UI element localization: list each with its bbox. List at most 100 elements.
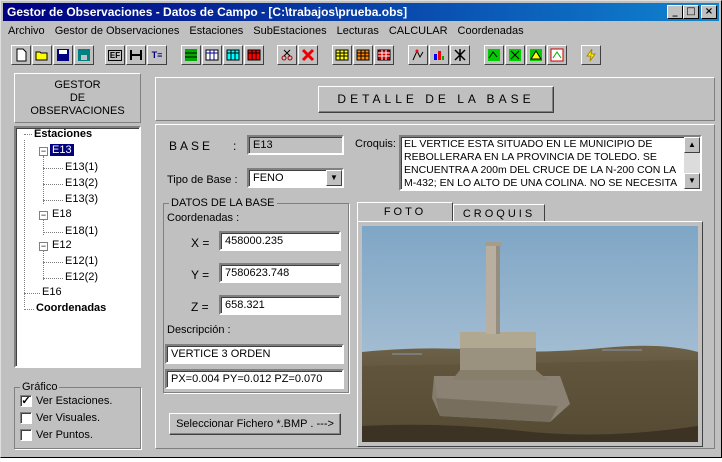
tree-item-e18[interactable]: E18 <box>52 208 72 220</box>
tab-croquis[interactable]: CROQUIS <box>453 204 545 222</box>
grafico-label: Gráfico <box>20 381 60 393</box>
precision-field[interactable]: PX=0.004 PY=0.012 PZ=0.070 <box>165 369 344 389</box>
chart-icon[interactable] <box>429 45 449 65</box>
tipo-base-select[interactable]: FENO ▼ <box>247 168 344 188</box>
scroll-up-icon[interactable]: ▲ <box>684 137 700 153</box>
croquis-label: Croquis: <box>355 138 396 150</box>
new-icon[interactable] <box>11 45 31 65</box>
tab-foto[interactable]: FOTO <box>357 202 453 222</box>
table-icon[interactable] <box>202 45 222 65</box>
card-icon[interactable]: EF <box>105 45 125 65</box>
table2-icon[interactable] <box>223 45 243 65</box>
collapse-icon[interactable]: − <box>39 242 48 251</box>
menu-subestaciones[interactable]: SubEstaciones <box>248 22 331 40</box>
base-label: BASE <box>169 139 214 153</box>
menu-bar: Archivo Gestor de Observaciones Estacion… <box>3 22 529 40</box>
grafico-group: Gráfico ✓ Ver Estaciones. Ver Visuales. … <box>14 381 141 449</box>
text-icon[interactable]: T≡ <box>147 45 167 65</box>
tree-line <box>43 232 63 233</box>
grid6-icon[interactable] <box>374 45 394 65</box>
descripcion-label: Descripción : <box>167 324 231 336</box>
menu-archivo[interactable]: Archivo <box>3 22 50 40</box>
tipo-base-label: Tipo de Base : <box>167 174 238 186</box>
descripcion-field[interactable]: VERTICE 3 ORDEN <box>165 344 344 364</box>
z-label: Z = <box>191 300 209 314</box>
table3-icon[interactable] <box>244 45 264 65</box>
ver-estaciones-checkbox[interactable]: ✓ Ver Estaciones. <box>20 395 112 407</box>
croquis-scrollbar[interactable]: ▲ ▼ <box>684 137 700 189</box>
menu-calcular[interactable]: CALCULAR <box>384 22 453 40</box>
coordenadas-label: Coordenadas : <box>167 212 240 224</box>
tree-line <box>24 293 40 294</box>
base-field[interactable]: E13 <box>247 135 344 155</box>
tree-line <box>43 262 63 263</box>
y-label: Y = <box>191 268 210 282</box>
grid5-icon[interactable] <box>353 45 373 65</box>
title-bar[interactable]: Gestor de Observaciones - Datos de Campo… <box>3 3 719 21</box>
tree-line <box>43 168 63 169</box>
collapse-icon[interactable]: − <box>39 147 48 156</box>
checkbox-box[interactable]: ✓ <box>20 395 32 407</box>
tree-item-e12-1[interactable]: E12(1) <box>65 255 98 267</box>
collapse-icon[interactable]: − <box>39 211 48 220</box>
save-icon[interactable] <box>53 45 73 65</box>
menu-lecturas[interactable]: Lecturas <box>332 22 384 40</box>
tool-icon[interactable] <box>450 45 470 65</box>
detalle-base-button[interactable]: DETALLE DE LA BASE <box>318 86 554 113</box>
croquis-textarea[interactable]: EL VERTICE ESTA SITUADO EN LE MUNICIPIO … <box>399 135 702 191</box>
tree-line <box>43 250 44 280</box>
menu-gestor[interactable]: Gestor de Observaciones <box>50 22 185 40</box>
chevron-down-icon[interactable]: ▼ <box>326 170 342 186</box>
map3-icon[interactable] <box>526 45 546 65</box>
checkbox-box[interactable] <box>20 429 32 441</box>
tree-item-e13-1[interactable]: E13(1) <box>65 161 98 173</box>
map4-icon[interactable] <box>547 45 567 65</box>
tree-item-e13[interactable]: E13 <box>50 144 74 156</box>
datos-base-label: DATOS DE LA BASE <box>169 197 277 209</box>
open-icon[interactable] <box>32 45 52 65</box>
delete-icon[interactable] <box>298 45 318 65</box>
map-icon[interactable] <box>484 45 504 65</box>
grid-icon[interactable] <box>181 45 201 65</box>
minimize-button[interactable]: _ <box>667 5 683 19</box>
disk-icon[interactable] <box>74 45 94 65</box>
menu-coordenadas[interactable]: Coordenadas <box>453 22 529 40</box>
base-separator: : <box>233 139 237 153</box>
tree-view[interactable]: Estaciones − E13 E13(1) E13(2) E13(3) − … <box>14 126 141 368</box>
tree-line <box>43 184 63 185</box>
tree-item-e13-3[interactable]: E13(3) <box>65 193 98 205</box>
tree-item-e18-1[interactable]: E18(1) <box>65 225 98 237</box>
toolbar: EF T≡ <box>5 43 717 69</box>
y-field[interactable]: 7580623.748 <box>219 263 341 283</box>
menu-estaciones[interactable]: Estaciones <box>184 22 248 40</box>
tree-item-estaciones[interactable]: Estaciones <box>34 128 92 140</box>
calc-icon[interactable] <box>408 45 428 65</box>
x-label: X = <box>191 236 210 250</box>
maximize-button[interactable]: □ <box>683 5 699 19</box>
app-window: Gestor de Observaciones - Datos de Campo… <box>0 0 722 458</box>
select-file-button[interactable]: Seleccionar Fichero *.BMP . ---> <box>169 413 341 435</box>
close-button[interactable]: × <box>701 5 717 19</box>
scissors-icon[interactable] <box>277 45 297 65</box>
flash-icon[interactable] <box>581 45 601 65</box>
checkbox-box[interactable] <box>20 412 32 424</box>
tree-item-e12[interactable]: E12 <box>52 239 72 251</box>
tree-item-e16[interactable]: E16 <box>42 286 62 298</box>
tree-item-coordenadas[interactable]: Coordenadas <box>36 302 106 314</box>
weight-icon[interactable] <box>126 45 146 65</box>
ver-puntos-checkbox[interactable]: Ver Puntos. <box>20 429 93 441</box>
base-photo <box>362 226 698 442</box>
grid4-icon[interactable] <box>332 45 352 65</box>
window-controls: _ □ × <box>667 5 717 19</box>
ver-visuales-checkbox[interactable]: Ver Visuales. <box>20 412 100 424</box>
tree-item-e12-2[interactable]: E12(2) <box>65 271 98 283</box>
tree-item-e13-2[interactable]: E13(2) <box>65 177 98 189</box>
tree-line <box>43 200 63 201</box>
x-field[interactable]: 458000.235 <box>219 231 341 251</box>
window-title: Gestor de Observaciones - Datos de Campo… <box>7 5 408 19</box>
photo-frame <box>357 221 703 447</box>
z-field[interactable]: 658.321 <box>219 295 341 315</box>
scroll-down-icon[interactable]: ▼ <box>684 173 700 189</box>
survey-marker-photo <box>362 226 698 442</box>
map2-icon[interactable] <box>505 45 525 65</box>
